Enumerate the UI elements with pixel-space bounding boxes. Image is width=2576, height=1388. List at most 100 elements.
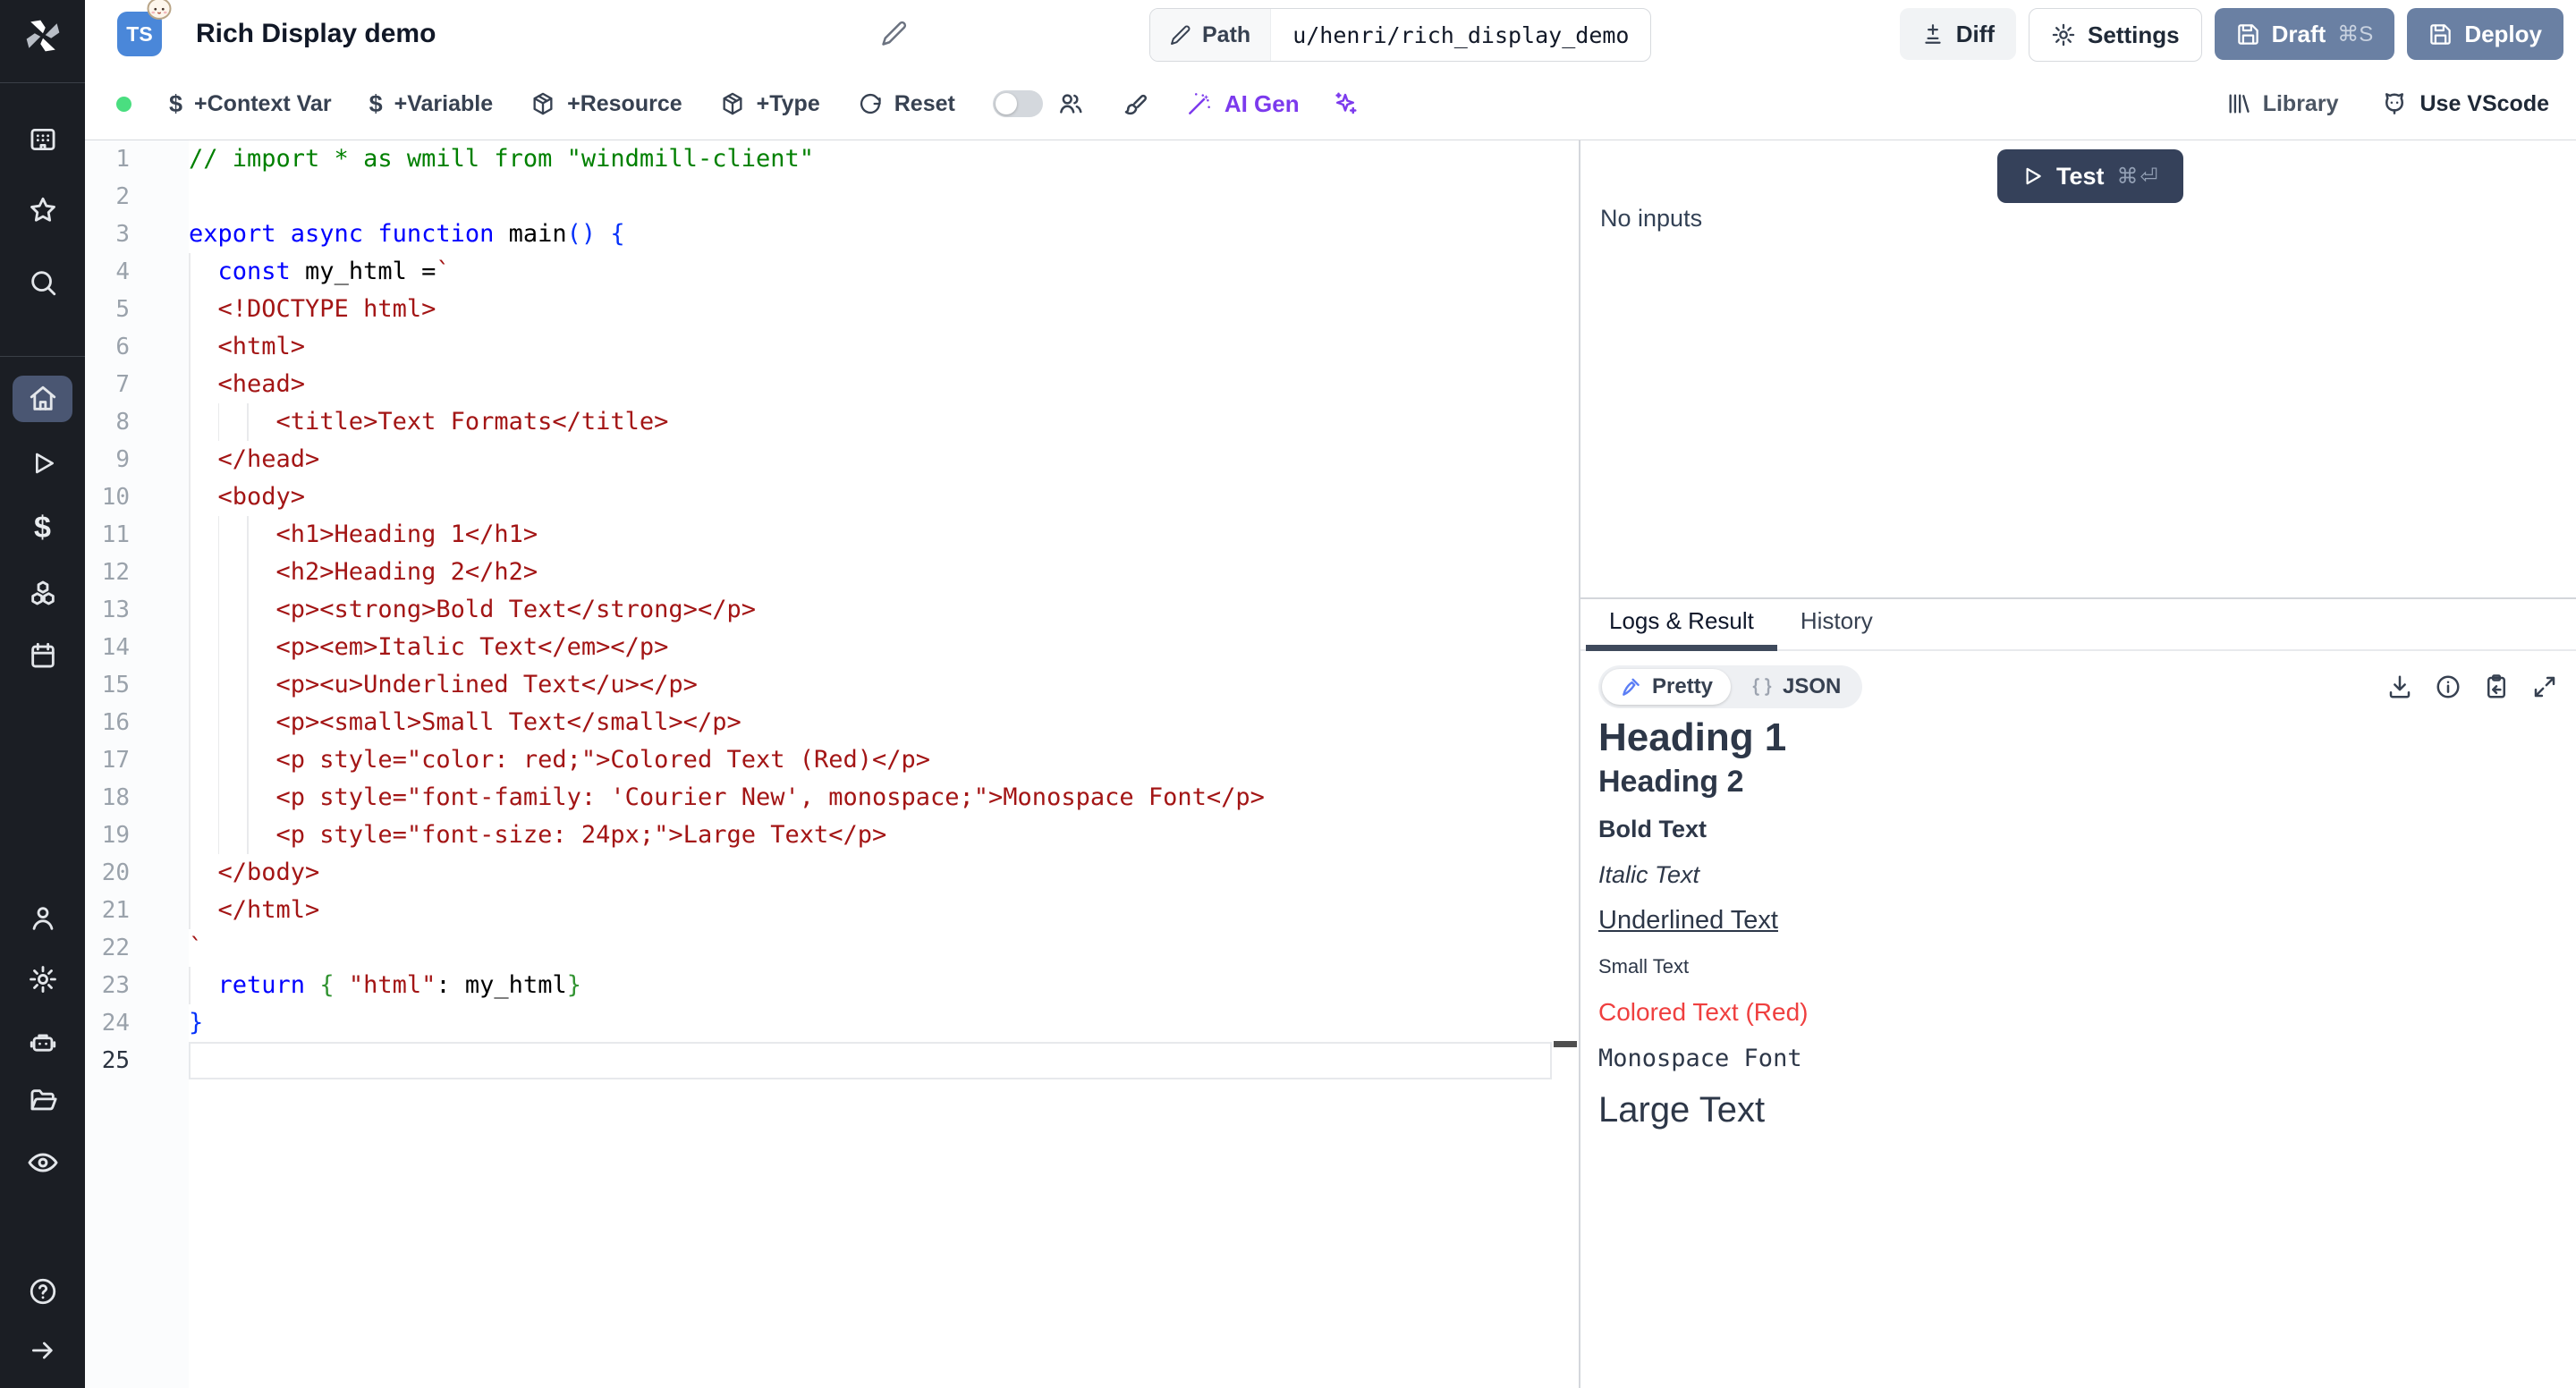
indent-guide (218, 817, 220, 854)
indent-guide (189, 892, 191, 929)
view-mode-json[interactable]: JSON (1733, 669, 1859, 705)
code-line[interactable]: 22` (85, 929, 1579, 967)
code-line[interactable]: 12 <h2>Heading 2</h2> (85, 554, 1579, 591)
reset-button[interactable]: Reset (858, 91, 955, 117)
code-line[interactable]: 21 </html> (85, 892, 1579, 929)
sidebar-item-help[interactable] (0, 1276, 85, 1307)
indent-guide (247, 403, 249, 441)
code-editor[interactable]: 1// import * as wmill from "windmill-cli… (85, 140, 1579, 1388)
sidebar-item-variables[interactable]: $ (0, 510, 85, 546)
sidebar-item-schedules[interactable] (0, 640, 85, 671)
expand-icon[interactable] (2531, 673, 2558, 700)
gutter-decoration (130, 140, 189, 178)
status-dot (116, 97, 131, 112)
download-icon[interactable] (2386, 673, 2413, 700)
gutter-decoration (130, 216, 189, 253)
save-icon (2428, 22, 2453, 47)
draft-shortcut: ⌘S (2337, 21, 2373, 47)
tab-history[interactable]: History (1777, 607, 1896, 649)
library-button[interactable]: Library (2226, 91, 2339, 117)
line-number: 1 (85, 140, 130, 178)
topbar: TS Rich Display demo Path u/henri/r (85, 0, 2576, 69)
code-line[interactable]: 16 <p><small>Small Text</small></p> (85, 704, 1579, 741)
code-line[interactable]: 3export async function main() { (85, 216, 1579, 253)
view-mode-pretty[interactable]: Pretty (1602, 669, 1731, 705)
code-line[interactable]: 1// import * as wmill from "windmill-cli… (85, 140, 1579, 178)
sidebar-item-home[interactable] (0, 384, 85, 414)
code-line[interactable]: 25 (85, 1042, 1579, 1079)
multiplayer-toggle[interactable] (993, 90, 1043, 117)
sidebar-expand-button[interactable] (0, 1335, 85, 1366)
code-line[interactable]: 4 const my_html =` (85, 253, 1579, 291)
add-type-button[interactable]: +Type (720, 91, 820, 117)
test-button[interactable]: Test ⌘⏎ (1997, 149, 2183, 203)
code-line[interactable]: 17 <p style="color: red;">Colored Text (… (85, 741, 1579, 779)
sidebar-item-resources[interactable] (0, 578, 85, 608)
code-line[interactable]: 8 <title>Text Formats</title> (85, 403, 1579, 441)
calendar-icon (28, 640, 58, 671)
code-text: <p><em>Italic Text</em></p> (189, 629, 1579, 666)
code-line[interactable]: 15 <p><u>Underlined Text</u></p> (85, 666, 1579, 704)
code-line[interactable]: 5 <!DOCTYPE html> (85, 291, 1579, 328)
code-line[interactable]: 9 </head> (85, 441, 1579, 478)
format-button[interactable] (1122, 90, 1148, 117)
code-line[interactable]: 6 <html> (85, 328, 1579, 366)
indent-guide (189, 779, 191, 817)
ai-sparkles-button[interactable] (1332, 90, 1359, 117)
sidebar-item-runs[interactable] (0, 448, 85, 478)
sidebar-item-search[interactable] (0, 267, 85, 298)
sidebar-item-settings[interactable] (0, 964, 85, 994)
gutter-decoration (130, 441, 189, 478)
sidebar-item-workspace[interactable] (0, 124, 85, 155)
draft-button[interactable]: Draft ⌘S (2215, 8, 2395, 60)
sidebar-item-workers[interactable] (0, 1027, 85, 1057)
diff-button[interactable]: Diff (1900, 8, 2016, 60)
gutter-decoration (130, 1004, 189, 1042)
line-number: 3 (85, 216, 130, 253)
search-icon (28, 267, 58, 298)
settings-button[interactable]: Settings (2029, 8, 2202, 62)
info-icon[interactable] (2435, 673, 2462, 700)
windmill-logo[interactable] (0, 16, 85, 55)
deploy-button[interactable]: Deploy (2407, 8, 2563, 60)
code-text: return { "html": my_html} (189, 967, 1579, 1004)
tab-logs-and-result[interactable]: Logs & Result (1586, 607, 1777, 649)
ai-gen-button[interactable]: AI Gen (1186, 90, 1300, 118)
indent-guide (189, 704, 191, 741)
code-line[interactable]: 11 <h1>Heading 1</h1> (85, 516, 1579, 554)
dollar-icon: $ (169, 90, 182, 118)
building-icon (28, 124, 58, 155)
code-line[interactable]: 23 return { "html": my_html} (85, 967, 1579, 1004)
indent-guide (218, 779, 220, 817)
sidebar-item-audit-logs[interactable] (0, 1147, 85, 1178)
add-context-var-button[interactable]: $ +Context Var (169, 90, 332, 118)
code-line[interactable]: 24} (85, 1004, 1579, 1042)
code-line[interactable]: 14 <p><em>Italic Text</em></p> (85, 629, 1579, 666)
code-line[interactable]: 18 <p style="font-family: 'Courier New',… (85, 779, 1579, 817)
code-line[interactable]: 13 <p><strong>Bold Text</strong></p> (85, 591, 1579, 629)
script-path-control[interactable]: Path u/henri/rich_display_demo (1149, 8, 1651, 62)
add-resource-button[interactable]: +Resource (530, 91, 682, 117)
sidebar-item-users[interactable] (0, 903, 85, 934)
code-text: <p style="color: red;">Colored Text (Red… (189, 741, 1579, 779)
code-line[interactable]: 7 <head> (85, 366, 1579, 403)
indent-guide (189, 366, 191, 403)
line-number: 15 (85, 666, 130, 704)
code-line[interactable]: 10 <body> (85, 478, 1579, 516)
add-variable-button[interactable]: $ +Variable (369, 90, 494, 118)
indent-guide (218, 666, 220, 704)
sidebar-item-folders[interactable] (0, 1086, 85, 1116)
sidebar-item-favorites[interactable] (0, 195, 85, 225)
code-line[interactable]: 19 <p style="font-size: 24px;">Large Tex… (85, 817, 1579, 854)
edit-title-button[interactable] (881, 20, 908, 47)
cubes-icon (28, 578, 58, 608)
code-line[interactable]: 20 </body> (85, 854, 1579, 892)
code-line[interactable]: 2 (85, 178, 1579, 216)
collaborators-button[interactable] (1057, 90, 1084, 117)
code-text: <p><small>Small Text</small></p> (189, 704, 1579, 741)
clipboard-copy-icon[interactable] (2483, 673, 2510, 700)
bun-icon (146, 0, 173, 21)
indent-guide (189, 666, 191, 704)
play-icon (2021, 165, 2044, 188)
use-vscode-button[interactable]: Use VScode (2381, 90, 2549, 117)
